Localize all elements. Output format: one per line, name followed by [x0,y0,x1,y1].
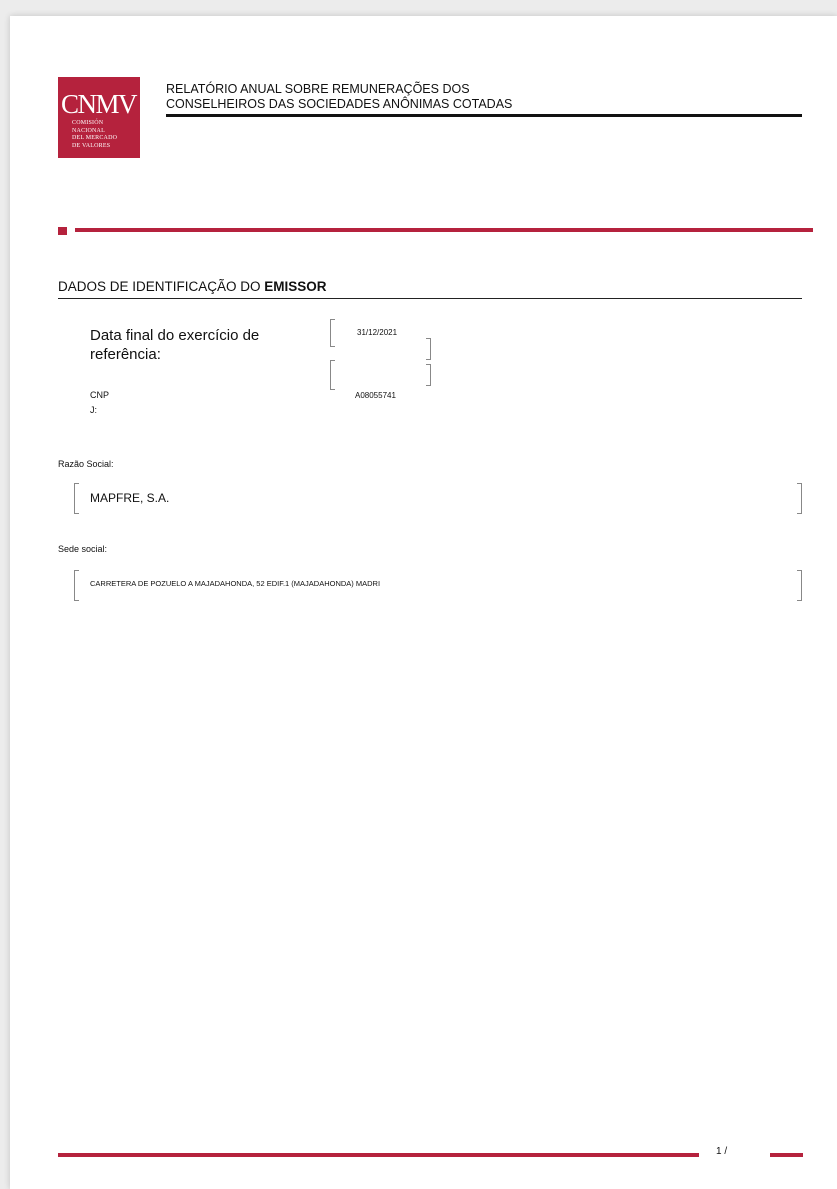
field-bracket-right [426,364,431,386]
field-bracket-left [74,570,79,601]
registered-office-label: Sede social: [58,544,108,554]
section-title-prefix: DADOS DE IDENTIFICAÇÃO DO [58,279,265,294]
cnmv-logo: CNMV COMISIÓN NACIONAL DEL MERCADO DE VA… [58,77,140,158]
footer-divider-left [58,1153,699,1157]
logo-subtitle: COMISIÓN NACIONAL DEL MERCADO DE VALORES [72,120,117,150]
report-title-line-1: RELATÓRIO ANUAL SOBRE REMUNERAÇÕES DOS [166,82,470,96]
cnpj-value: A08055741 [355,391,396,400]
field-bracket-right [426,338,431,360]
accent-divider [75,228,813,232]
report-title: RELATÓRIO ANUAL SOBRE REMUNERAÇÕES DOS C… [166,82,802,117]
page-number: 1 / [716,1146,728,1157]
fiscal-year-end-label: Data final do exercício de referência: [90,327,260,363]
registered-office-value: CARRETERA DE POZUELO A MAJADAHONDA, 52 E… [90,579,381,588]
section-title: DADOS DE IDENTIFICAÇÃO DO EMISSOR [58,279,802,299]
logo-subtitle-line: NACIONAL [72,127,105,134]
field-bracket-left [74,483,79,514]
accent-square [58,227,67,235]
company-name-value: MAPFRE, S.A. [90,491,170,505]
field-bracket-right [797,483,802,514]
logo-subtitle-line: DE VALORES [72,142,111,149]
logo-subtitle-line: DEL MERCADO [72,135,118,141]
footer-divider-right [770,1153,803,1157]
field-bracket-left [330,360,335,390]
fiscal-year-end-value: 31/12/2021 [357,328,398,337]
logo-acronym: CNMV [61,89,138,119]
document-page: CNMV COMISIÓN NACIONAL DEL MERCADO DE VA… [10,16,837,1189]
report-title-line-2: CONSELHEIROS DAS SOCIEDADES ANÔNIMAS COT… [166,97,513,111]
section-title-emphasis: EMISSOR [264,279,327,294]
cnpj-label-line-2: J: [90,405,98,415]
field-bracket-right [797,570,802,601]
cnpj-label: CNP J: [90,388,109,418]
company-name-label: Razão Social: [58,459,114,469]
field-bracket-left [330,319,335,347]
logo-subtitle-line: COMISIÓN [72,120,104,126]
cnpj-label-line-1: CNP [90,390,110,400]
